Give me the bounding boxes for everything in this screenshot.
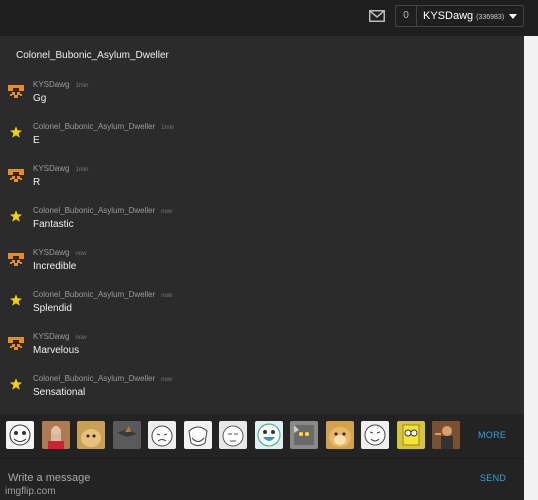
message-text: Incredible — [33, 261, 77, 272]
doge-face-image[interactable] — [325, 421, 354, 449]
watermark: imgflip.com — [5, 486, 56, 497]
orange-face-avatar-icon[interactable] — [8, 334, 24, 350]
orange-face-avatar-icon[interactable] — [8, 250, 24, 266]
message-item: Colonel_Bubonic_Asylum_Dweller now Splendi… — [7, 290, 508, 326]
conversation-title: Colonel_Bubonic_Asylum_Dweller — [16, 50, 169, 61]
flying-bird-image[interactable] — [112, 421, 141, 449]
star-avatar-icon[interactable] — [7, 291, 25, 308]
caret-down-icon — [509, 14, 517, 19]
laughing-face-icon[interactable] — [254, 421, 283, 449]
message-text: Sensational — [33, 387, 86, 398]
star-avatar-icon[interactable] — [7, 375, 25, 392]
message-item: KYSDawg 1min Gg — [8, 80, 508, 116]
rage-face-icon[interactable] — [6, 421, 34, 449]
message-author[interactable]: Colonel_Bubonic_Asylum_Dweller 1min — [33, 122, 174, 131]
emoji-bar — [0, 414, 524, 458]
tired-face-icon[interactable] — [219, 421, 247, 449]
message-author[interactable]: KYSDawg 1min — [33, 80, 88, 89]
user-points: (336983) — [476, 14, 505, 21]
notification-count[interactable]: 0 — [395, 5, 417, 27]
mail-icon[interactable] — [369, 10, 385, 22]
message-author[interactable]: Colonel_Bubonic_Asylum_Dweller now — [33, 374, 172, 383]
message-item: KYSDawg now Incredible — [8, 248, 508, 284]
cat-image[interactable] — [290, 421, 318, 449]
message-item: KYSDawg now Marvelous — [8, 332, 508, 368]
scrollbar[interactable] — [524, 36, 538, 500]
star-avatar-icon[interactable] — [7, 123, 25, 140]
message-item: Colonel_Bubonic_Asylum_Dweller now Fantast… — [7, 206, 508, 242]
message-text: Marvelous — [33, 345, 80, 356]
message-author[interactable]: KYSDawg 1min — [33, 164, 88, 173]
message-time: now — [75, 335, 87, 341]
message-item: Colonel_Bubonic_Asylum_Dweller now Sensati… — [7, 374, 508, 410]
message-text: Splendid — [33, 303, 72, 314]
spongebob-image[interactable] — [396, 421, 425, 449]
troll-face-icon[interactable] — [183, 421, 212, 449]
forever-alone-icon[interactable] — [148, 421, 176, 449]
message-author[interactable]: Colonel_Bubonic_Asylum_Dweller now — [33, 206, 172, 215]
message-time: now — [161, 377, 173, 383]
doge-image[interactable] — [77, 421, 105, 449]
meme-face-icon[interactable] — [361, 421, 389, 449]
message-time: now — [161, 209, 173, 215]
top-bar: 0 KYSDawg (336983) — [0, 0, 538, 36]
message-author[interactable]: Colonel_Bubonic_Asylum_Dweller now — [33, 290, 172, 299]
message-time: 1min — [75, 167, 89, 173]
man-pointing-image[interactable] — [432, 421, 460, 449]
message-text: R — [33, 177, 41, 188]
send-button[interactable]: SEND — [480, 473, 506, 483]
message-time: 1min — [161, 125, 175, 131]
user-menu-button[interactable]: KYSDawg (336983) — [417, 5, 524, 27]
message-item: Colonel_Bubonic_Asylum_Dweller 1min E — [7, 122, 508, 158]
message-author[interactable]: KYSDawg now — [33, 248, 86, 257]
message-item: KYSDawg 1min R — [8, 164, 508, 200]
message-text: Fantastic — [33, 219, 74, 230]
username: KYSDawg — [423, 10, 474, 22]
message-time: now — [161, 293, 173, 299]
more-emojis-button[interactable]: MORE — [478, 430, 506, 440]
message-text: E — [33, 135, 40, 146]
orange-face-avatar-icon[interactable] — [8, 166, 24, 182]
bishop-image[interactable] — [41, 421, 70, 449]
message-text: Gg — [33, 93, 47, 104]
message-time: 1min — [75, 83, 89, 89]
message-input[interactable] — [8, 470, 448, 486]
message-author[interactable]: KYSDawg now — [33, 332, 86, 341]
message-time: now — [75, 251, 87, 257]
orange-face-avatar-icon[interactable] — [8, 82, 24, 98]
star-avatar-icon[interactable] — [7, 207, 25, 224]
